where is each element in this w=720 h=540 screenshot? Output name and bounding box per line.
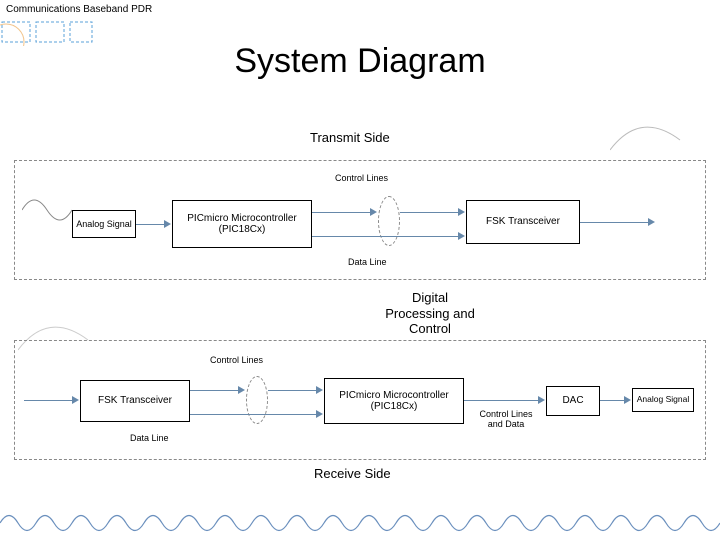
arrow-in-to-fsk-rx-head <box>72 396 79 404</box>
arrow-analog-to-pic-head <box>164 220 171 228</box>
arrow-dac-to-analog <box>600 400 626 401</box>
analog-signal-block-tx: Analog Signal <box>72 210 136 238</box>
control-data-label-rx: Control Lines and Data <box>474 410 538 430</box>
control-lines-label-tx: Control Lines <box>335 174 388 184</box>
arrow-data-line-rx-head <box>316 410 323 418</box>
data-line-label-rx: Data Line <box>130 434 169 444</box>
arrow-pic-to-dac-head <box>538 396 545 404</box>
pic-block-rx: PICmicro Microcontroller (PIC18Cx) <box>324 378 464 424</box>
page-title: System Diagram <box>0 42 720 81</box>
arrow-bus-to-fsk-tx <box>400 212 460 213</box>
pic-block-tx: PICmicro Microcontroller (PIC18Cx) <box>172 200 312 248</box>
data-line-label-tx: Data Line <box>348 258 387 268</box>
arrow-fsk-to-bus-rx <box>190 390 240 391</box>
fsk-block-rx: FSK Transceiver <box>80 380 190 422</box>
arrow-pic-to-bus-top-head <box>370 208 377 216</box>
footer-wave-icon <box>0 506 720 540</box>
center-label: Digital Processing and Control <box>380 290 480 337</box>
analog-in-wave-icon <box>22 195 72 225</box>
arrow-fsk-out-tx-head <box>648 218 655 226</box>
arrow-bus-to-pic-rx <box>268 390 318 391</box>
page-header: Communications Baseband PDR <box>6 4 152 15</box>
receive-section-label: Receive Side <box>314 466 391 481</box>
arrow-analog-to-pic <box>136 224 166 225</box>
analog-signal-block-rx: Analog Signal <box>632 388 694 412</box>
bus-ellipse-rx <box>246 376 268 424</box>
arrow-bus-to-fsk-tx-head <box>458 208 465 216</box>
arrow-data-line-rx <box>190 414 320 415</box>
control-lines-label-rx: Control Lines <box>210 356 263 366</box>
arrow-in-to-fsk-rx <box>24 400 74 401</box>
arrow-fsk-to-bus-rx-head <box>238 386 245 394</box>
decor-curve-top <box>610 120 690 160</box>
fsk-block-tx: FSK Transceiver <box>466 200 580 244</box>
arrow-bus-to-pic-rx-head <box>316 386 323 394</box>
transmit-section-label: Transmit Side <box>310 130 390 145</box>
arrow-data-line-tx-head <box>458 232 465 240</box>
arrow-dac-to-analog-head <box>624 396 631 404</box>
arrow-pic-to-dac <box>464 400 540 401</box>
arrow-fsk-out-tx <box>580 222 650 223</box>
arrow-data-line-tx <box>312 236 462 237</box>
arrow-pic-to-bus-top <box>312 212 372 213</box>
bus-ellipse-tx <box>378 196 400 246</box>
dac-block: DAC <box>546 386 600 416</box>
